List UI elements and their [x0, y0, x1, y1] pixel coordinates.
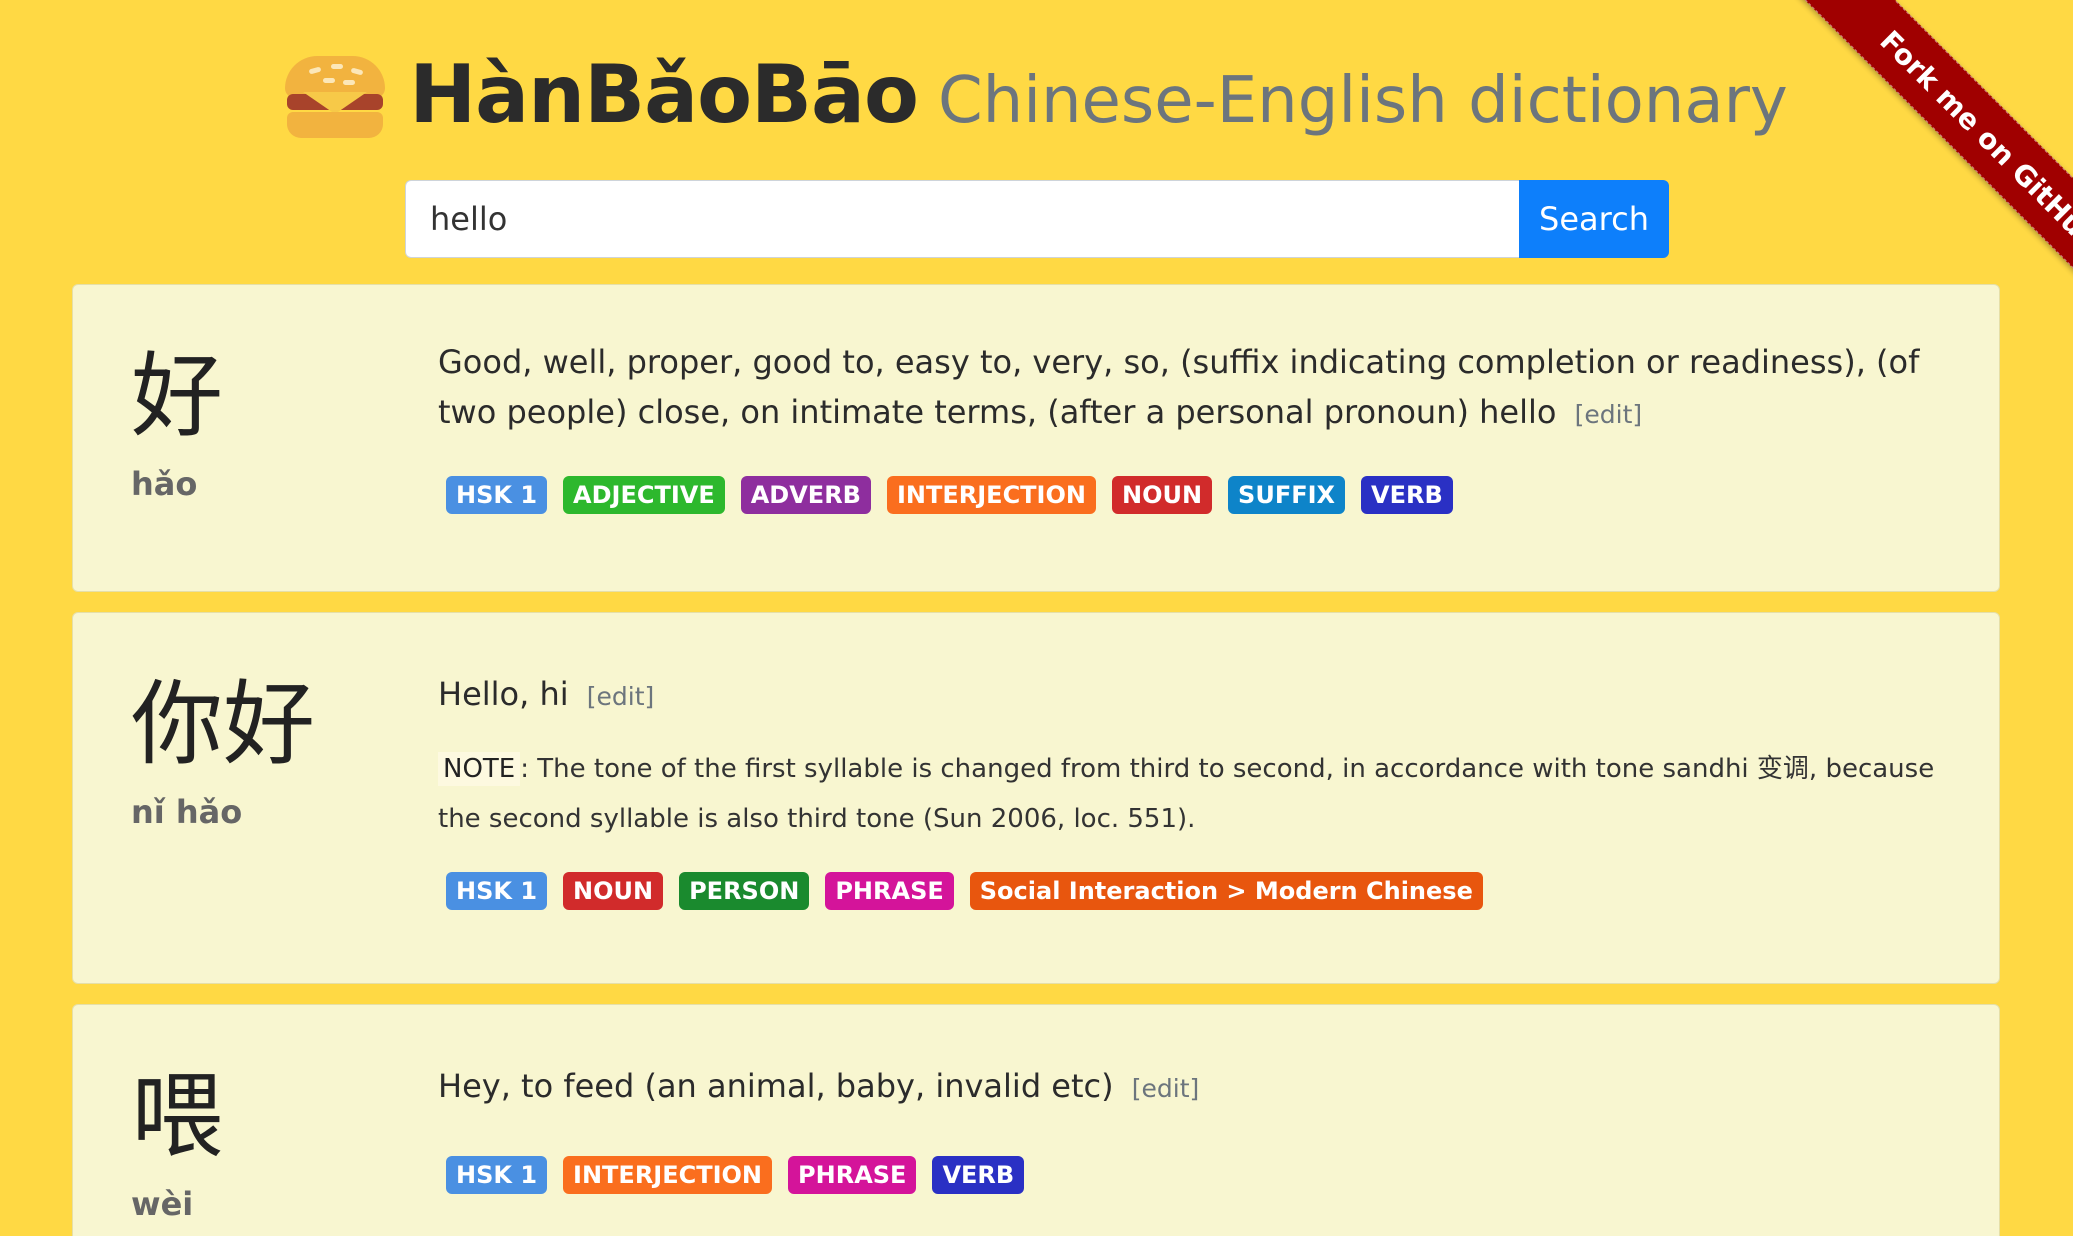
tag-hsk1[interactable]: HSK 1	[446, 1156, 548, 1194]
tag-hsk1[interactable]: HSK 1	[446, 476, 548, 514]
definition-text: Good, well, proper, good to, easy to, ve…	[438, 343, 1920, 431]
entry-word: 你好 nǐ hǎo	[131, 671, 316, 832]
search-button[interactable]: Search	[1519, 180, 1669, 258]
tag-adverb[interactable]: ADVERB	[740, 476, 871, 514]
entry-content: Hey, to feed (an animal, baby, invalid e…	[438, 1061, 1941, 1194]
hamburger-logo-icon	[285, 55, 386, 138]
entry-content: Good, well, proper, good to, easy to, ve…	[438, 337, 1941, 514]
tag-verb[interactable]: VERB	[1361, 476, 1453, 514]
entry-definition: Good, well, proper, good to, easy to, ve…	[438, 337, 1941, 440]
entry-hanzi: 喂	[131, 1063, 224, 1170]
entry-pinyin: wèi	[131, 1185, 194, 1223]
tag-adjective[interactable]: ADJECTIVE	[563, 476, 725, 514]
edit-link[interactable]: [edit]	[1132, 1074, 1200, 1103]
entry-hanzi: 好	[131, 343, 224, 450]
search-input[interactable]	[405, 180, 1519, 258]
tag-list: HSK 1 NOUN PERSON PHRASE Social Interact…	[446, 872, 1941, 910]
entry-note: NOTE: The tone of the first syllable is …	[438, 744, 1941, 844]
tag-interjection[interactable]: INTERJECTION	[886, 476, 1096, 514]
entry-word: 好 hǎo	[131, 343, 224, 504]
site-header: HànBǎoBāo Chinese-English dictionary	[0, 48, 2073, 141]
tag-verb[interactable]: VERB	[932, 1156, 1025, 1194]
entry-pinyin: nǐ hǎo	[131, 793, 243, 831]
search-bar: Search	[405, 180, 1669, 258]
edit-link[interactable]: [edit]	[587, 682, 655, 711]
note-text: : The tone of the first syllable is chan…	[438, 754, 1935, 834]
tag-noun[interactable]: NOUN	[1111, 476, 1213, 514]
entry-content: Hello, hi [edit] NOTE: The tone of the f…	[438, 669, 1941, 910]
tag-phrase[interactable]: PHRASE	[825, 872, 954, 910]
tag-social-interaction[interactable]: Social Interaction > Modern Chinese	[969, 872, 1483, 910]
entry-pinyin: hǎo	[131, 465, 198, 503]
note-label: NOTE	[438, 752, 521, 786]
page: HànBǎoBāo Chinese-English dictionary Sea…	[0, 0, 2073, 1236]
tag-hsk1[interactable]: HSK 1	[446, 872, 548, 910]
definition-text: Hey, to feed (an animal, baby, invalid e…	[438, 1067, 1114, 1105]
tag-list: HSK 1 ADJECTIVE ADVERB INTERJECTION NOUN…	[446, 476, 1941, 514]
definition-text: Hello, hi	[438, 675, 569, 713]
tag-person[interactable]: PERSON	[679, 872, 810, 910]
site-subtitle: Chinese-English dictionary	[937, 63, 1788, 138]
tag-noun[interactable]: NOUN	[563, 872, 664, 910]
dictionary-entry: 你好 nǐ hǎo Hello, hi [edit] NOTE: The ton…	[72, 612, 2000, 984]
dictionary-entry: 喂 wèi Hey, to feed (an animal, baby, inv…	[72, 1004, 2000, 1236]
entry-hanzi: 你好	[131, 671, 316, 778]
entry-word: 喂 wèi	[131, 1063, 224, 1224]
site-title: HànBǎoBāo	[409, 48, 919, 141]
tag-interjection[interactable]: INTERJECTION	[563, 1156, 773, 1194]
edit-link[interactable]: [edit]	[1575, 400, 1643, 429]
tag-phrase[interactable]: PHRASE	[788, 1156, 917, 1194]
entry-definition: Hey, to feed (an animal, baby, invalid e…	[438, 1061, 1941, 1114]
tag-suffix[interactable]: SUFFIX	[1228, 476, 1346, 514]
entry-definition: Hello, hi [edit]	[438, 669, 1941, 722]
dictionary-entry: 好 hǎo Good, well, proper, good to, easy …	[72, 284, 2000, 592]
tag-list: HSK 1 INTERJECTION PHRASE VERB	[446, 1156, 1941, 1194]
